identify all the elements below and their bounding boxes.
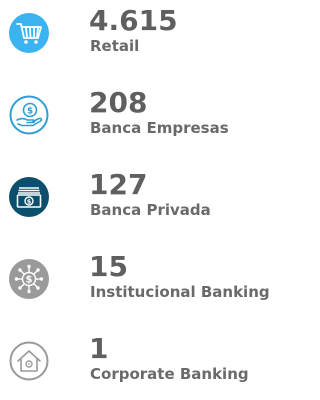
segment-label: Retail [90, 37, 140, 55]
segment-value: 1 [89, 332, 109, 365]
segment-label: Institucional Banking [90, 283, 270, 301]
segment-label: Banca Privada [90, 201, 211, 219]
segment-stats-list: 4.615 Retail $ 208 Banca Empresas $ 127 … [0, 0, 297, 400]
hand-coin-icon: $ [9, 95, 49, 135]
segment-label: Banca Empresas [90, 119, 229, 137]
segment-item-retail: 4.615 Retail [0, 4, 297, 80]
segment-item-banca-privada: $ 127 Banca Privada [0, 168, 297, 244]
segment-value: 208 [89, 86, 148, 119]
banknotes-icon: $ [9, 177, 49, 217]
segment-value: 15 [89, 250, 128, 283]
svg-text:$: $ [27, 198, 32, 206]
segment-item-institucional-banking: $ 15 Institucional Banking [0, 250, 297, 326]
svg-text:$: $ [27, 107, 33, 117]
svg-text:$: $ [26, 275, 33, 286]
segment-item-banca-empresas: $ 208 Banca Empresas [0, 86, 297, 162]
dollar-network-icon: $ [9, 259, 49, 299]
segment-value: 127 [89, 168, 148, 201]
building-icon [9, 341, 49, 381]
segment-value: 4.615 [89, 4, 178, 37]
segment-label: Corporate Banking [90, 365, 249, 383]
shopping-cart-icon [9, 13, 49, 53]
segment-item-corporate-banking: 1 Corporate Banking [0, 332, 297, 400]
